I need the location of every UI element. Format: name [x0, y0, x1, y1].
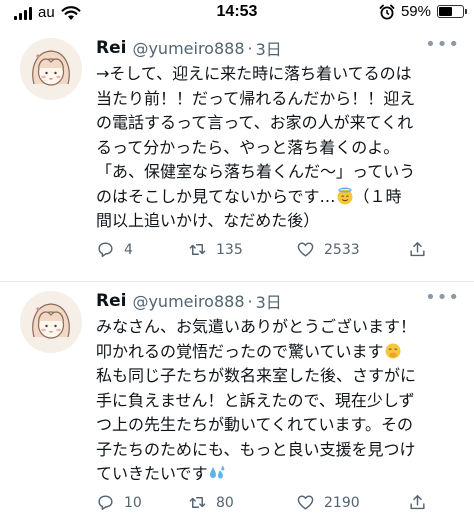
battery-fill	[439, 7, 452, 16]
more-options-icon[interactable]: •••	[425, 287, 460, 308]
tweet-text: →そして、迎えに来た時に落ち着いてるのは 当たり前！！だって帰れるんだから！！迎…	[96, 62, 456, 234]
like-button[interactable]: 2190	[296, 493, 408, 512]
separator-dot: ·	[247, 38, 253, 58]
tweet[interactable]: Rei @yumeiro888 · 3日 ••• →そして、迎えに来た時に落ち着…	[0, 30, 474, 280]
tweet[interactable]: Rei @yumeiro888 · 3日 ••• みなさん、お気遣いありがとうご…	[0, 283, 474, 524]
retweet-button[interactable]: 135	[188, 240, 296, 259]
tweet-line: の電話するって言って、お家の人が来てくれ	[96, 113, 414, 132]
tweet-line: つ上の先生たちが動いてくれています。その	[96, 415, 413, 434]
tweet-line: ていきたいです	[96, 462, 456, 487]
tweet-line-part: のはそこしか見てないからです…	[96, 186, 336, 206]
tweet-line-part: 叩かれるの覚悟だったので驚いています	[96, 341, 384, 361]
innocent-face-emoji-icon	[337, 186, 353, 204]
tweet-line: 手に負えません！と訴えたので、現在少しず	[96, 390, 415, 410]
more-options-icon[interactable]: •••	[425, 34, 460, 55]
heart-icon	[297, 242, 314, 257]
timestamp[interactable]: 3日	[256, 36, 282, 60]
share-icon	[410, 242, 425, 257]
reply-icon	[98, 242, 113, 257]
sweat-droplets-emoji-icon	[209, 465, 224, 479]
user-handle[interactable]: @yumeiro888	[132, 292, 244, 311]
tweet-line: みなさん、お気遣いありがとうございます！	[96, 317, 417, 336]
share-button[interactable]	[408, 240, 427, 259]
retweet-icon	[189, 244, 206, 255]
tweet-actions: 10 80 2190	[96, 493, 427, 512]
avatar-illustration	[20, 38, 82, 100]
tweet-header: Rei @yumeiro888 · 3日	[96, 289, 282, 313]
timestamp[interactable]: 3日	[256, 289, 282, 313]
tweet-line: のはそこしか見てないからです… （１時	[96, 185, 456, 210]
tweet-header: Rei @yumeiro888 · 3日	[96, 36, 282, 60]
display-name[interactable]: Rei	[96, 291, 126, 311]
reply-count: 10	[124, 494, 142, 511]
avatar[interactable]	[20, 38, 82, 100]
tweet-divider	[0, 281, 474, 282]
face-with-hand-over-mouth-emoji-icon	[385, 343, 401, 358]
reply-icon	[98, 495, 113, 510]
tweet-line: 「あ、保健室なら落ち着くんだ〜」っていう	[96, 162, 416, 181]
share-icon	[410, 495, 425, 510]
retweet-button[interactable]: 80	[188, 493, 296, 512]
tweet-text: みなさん、お気遣いありがとうございます！ 叩かれるの覚悟だったので驚いています …	[96, 315, 456, 487]
like-count: 2533	[324, 241, 360, 258]
tweet-line: 当たり前！！だって帰れるんだから！！迎え	[96, 88, 416, 108]
status-right: 59%	[379, 3, 467, 20]
reply-button[interactable]: 4	[96, 240, 188, 259]
retweet-count: 80	[216, 494, 234, 511]
user-handle[interactable]: @yumeiro888	[132, 39, 244, 58]
separator-dot: ·	[247, 291, 253, 311]
avatar[interactable]	[20, 291, 82, 353]
tweet-line-part: ていきたいです	[96, 464, 208, 483]
reply-button[interactable]: 10	[96, 493, 188, 512]
reply-count: 4	[124, 241, 133, 258]
tweet-line: →そして、迎えに来た時に落ち着いてるのは	[96, 64, 412, 83]
tweet-line: 私も同じ子たちが数名来室した後、さすがに	[96, 366, 417, 385]
like-count: 2190	[324, 494, 360, 511]
tweet-line: 叩かれるの覚悟だったので驚いています	[96, 340, 456, 365]
retweet-icon	[189, 497, 206, 508]
tweet-line: るって分かったら、やっと落ち着くのよ。	[96, 137, 400, 157]
tweet-line: 間以上追いかけ、なだめた後）	[96, 211, 320, 230]
battery-icon	[437, 5, 467, 18]
alarm-clock-icon	[379, 4, 395, 19]
heart-icon	[297, 495, 314, 510]
battery-percentage: 59%	[400, 3, 431, 20]
retweet-count: 135	[216, 241, 243, 258]
tweet-actions: 4 135 2533	[96, 240, 427, 259]
tweet-line: 子たちのためにも、もっと良い支援を見つけ	[96, 439, 416, 459]
status-bar: au 14:53 59%	[0, 0, 474, 30]
avatar-illustration	[20, 291, 82, 353]
share-button[interactable]	[408, 493, 427, 512]
like-button[interactable]: 2533	[296, 240, 408, 259]
display-name[interactable]: Rei	[96, 38, 126, 58]
tweet-line-part: （１時	[353, 186, 402, 206]
